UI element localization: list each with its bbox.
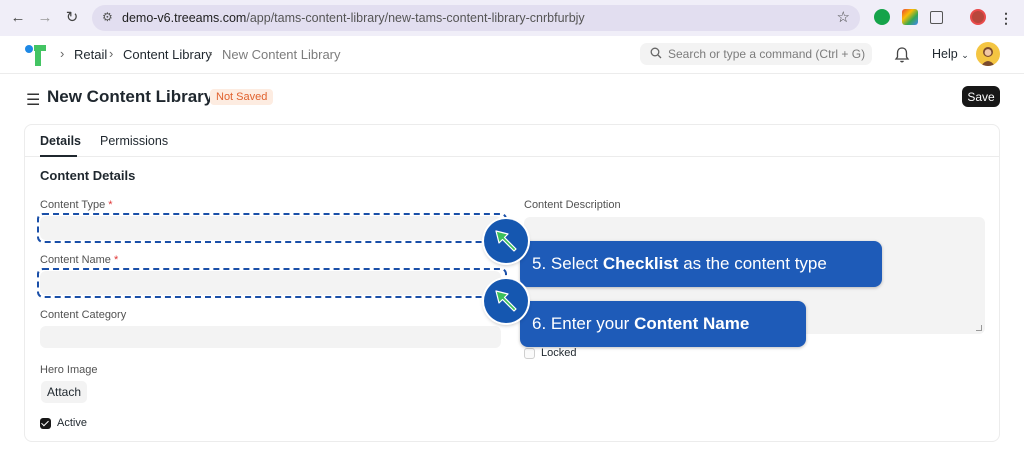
- sidebar-toggle-icon[interactable]: ☰: [26, 90, 40, 110]
- breadcrumb-chevron-icon: ›: [60, 46, 65, 61]
- url-text: demo-v6.treeams.com/app/tams-content-lib…: [122, 11, 585, 25]
- locked-checkbox[interactable]: [524, 348, 535, 359]
- form-tabs: Details Permissions: [25, 125, 999, 157]
- breadcrumb-retail[interactable]: Retail: [74, 47, 107, 62]
- help-dropdown[interactable]: Help ⌄: [932, 47, 969, 61]
- callout-step-6: 6. Enter your Content Name: [520, 301, 806, 347]
- content-type-label: Content Type *: [40, 199, 113, 211]
- content-category-label: Content Category: [40, 309, 127, 321]
- search-placeholder: Search or type a command (Ctrl + G): [668, 47, 866, 61]
- grammarly-extension-icon[interactable]: [874, 9, 890, 25]
- back-arrow-icon[interactable]: ←: [8, 8, 28, 28]
- notification-bell-icon[interactable]: [894, 46, 910, 64]
- treeams-logo-icon[interactable]: [24, 42, 48, 68]
- bookmark-star-icon[interactable]: ☆: [837, 8, 850, 26]
- active-checkbox[interactable]: [40, 418, 51, 429]
- attach-button[interactable]: Attach: [41, 381, 88, 403]
- content-category-input[interactable]: [40, 326, 501, 348]
- locked-label: Locked: [541, 347, 577, 359]
- chevron-down-icon: ⌄: [961, 50, 969, 60]
- active-label: Active: [57, 417, 87, 429]
- status-badge: Not Saved: [210, 89, 274, 105]
- colorful-extension-icon[interactable]: [902, 9, 918, 25]
- save-button[interactable]: Save: [962, 86, 1000, 107]
- content-name-label: Content Name *: [40, 254, 119, 266]
- page-title: New Content Library: [47, 87, 214, 106]
- breadcrumb-chevron-icon: ›: [109, 46, 114, 61]
- section-title: Content Details: [40, 168, 136, 183]
- forward-arrow-icon[interactable]: →: [35, 8, 55, 28]
- browser-menu-kebab-icon[interactable]: ⋮: [996, 8, 1016, 28]
- breadcrumb-chevron-icon: ›: [208, 46, 213, 61]
- profile-avatar-icon[interactable]: [970, 9, 986, 25]
- extensions-puzzle-icon[interactable]: [930, 11, 943, 24]
- tab-permissions[interactable]: Permissions: [100, 134, 168, 148]
- tab-details[interactable]: Details: [40, 134, 81, 148]
- callout-step-5: 5. Select Checklist as the content type: [520, 241, 882, 287]
- breadcrumb-content-library[interactable]: Content Library: [123, 47, 212, 62]
- breadcrumb-current: New Content Library: [222, 47, 341, 62]
- pointer-step-6-icon: [484, 279, 528, 323]
- search-icon: [650, 47, 662, 59]
- browser-toolbar: ← → ↻ ⚙ demo-v6.treeams.com/app/tams-con…: [0, 0, 1024, 36]
- pointer-step-5-icon: [484, 219, 528, 263]
- app-navbar: › Retail › Content Library › New Content…: [0, 36, 1024, 74]
- active-tab-indicator: [40, 155, 77, 157]
- content-name-highlight: [37, 268, 507, 298]
- site-settings-icon[interactable]: ⚙: [102, 10, 113, 24]
- content-description-label: Content Description: [524, 199, 621, 211]
- command-search-bar[interactable]: Search or type a command (Ctrl + G): [640, 43, 872, 65]
- content-type-highlight: [37, 213, 507, 243]
- reload-icon[interactable]: ↻: [62, 8, 82, 28]
- address-bar[interactable]: ⚙ demo-v6.treeams.com/app/tams-content-l…: [92, 5, 860, 31]
- user-avatar[interactable]: [976, 42, 1000, 66]
- textarea-resize-handle[interactable]: [976, 325, 982, 331]
- hero-image-label: Hero Image: [40, 364, 98, 376]
